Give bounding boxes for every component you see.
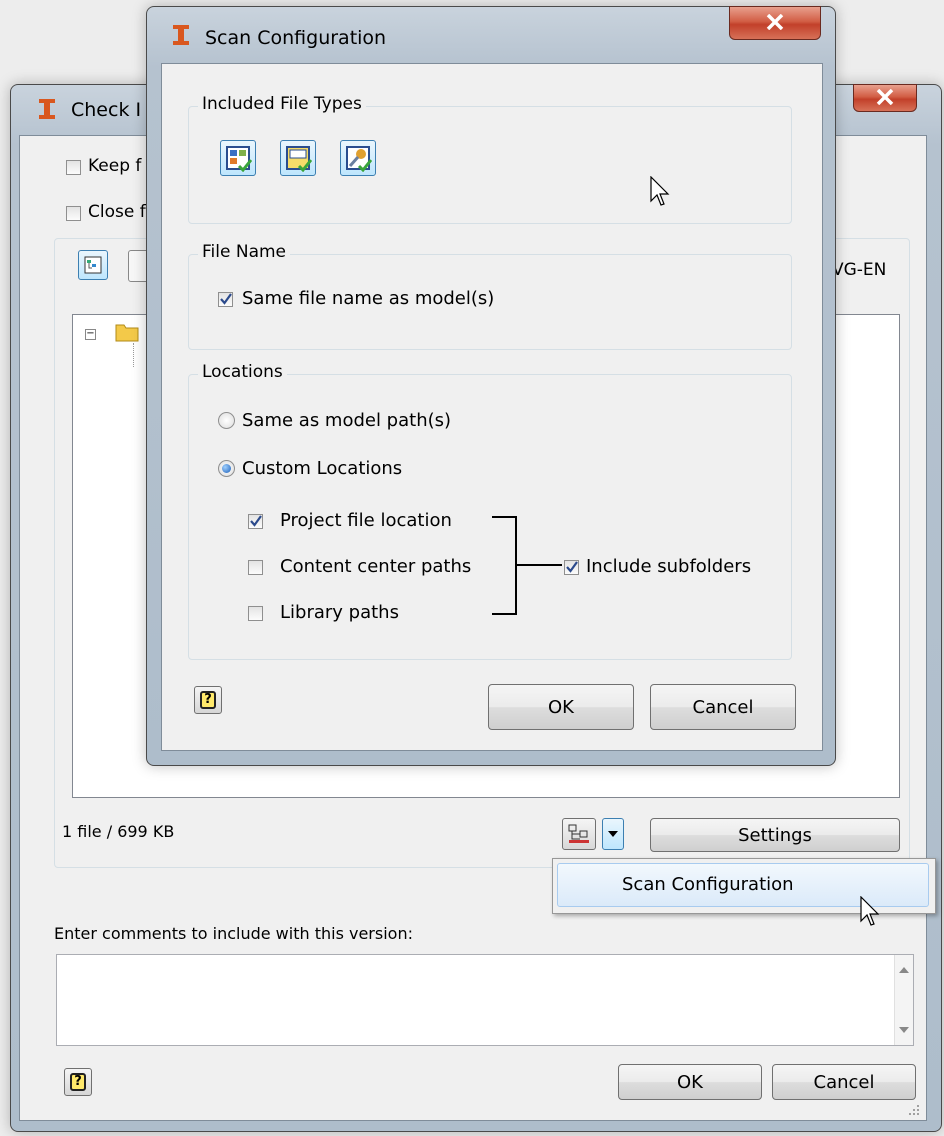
scroll-down-icon[interactable] (899, 1027, 909, 1033)
help-icon: ? (200, 691, 216, 709)
close-button[interactable] (729, 6, 821, 40)
radio-selected-dot (222, 464, 231, 473)
close-icon (876, 89, 894, 105)
scan-configuration-window: Scan Configuration Included File Types F… (146, 6, 836, 766)
check-icon (250, 515, 262, 527)
folder-icon (115, 324, 139, 342)
version-text: VG-EN (832, 260, 887, 280)
scan-dialog-title: Scan Configuration (205, 27, 387, 49)
mouse-cursor-icon (650, 176, 670, 206)
content-center-paths-label: Content center paths (280, 556, 472, 577)
close-label: Close f (88, 202, 146, 222)
tree-line (133, 343, 134, 367)
close-icon (766, 14, 784, 30)
same-as-model-radio[interactable] (218, 412, 235, 429)
comments-textarea[interactable] (56, 954, 914, 1046)
library-paths-label: Library paths (280, 602, 399, 623)
chevron-down-icon (608, 831, 618, 837)
mouse-cursor-icon (860, 896, 880, 926)
project-file-location-checkbox[interactable] (248, 514, 263, 529)
same-file-name-label: Same file name as model(s) (242, 288, 495, 309)
settings-button[interactable]: Settings (650, 818, 900, 852)
comments-label: Enter comments to include with this vers… (54, 924, 413, 943)
check-icon (566, 561, 578, 573)
window-title: Check I (71, 99, 142, 121)
include-subfolders-label: Include subfolders (586, 556, 752, 577)
include-subfolders-checkbox[interactable] (564, 560, 579, 575)
close-button[interactable] (853, 84, 917, 112)
keep-checkbox[interactable] (66, 160, 81, 175)
tree-view-button[interactable] (78, 250, 108, 280)
custom-locations-label: Custom Locations (242, 458, 403, 479)
tree-view-icon (84, 256, 102, 274)
help-button[interactable]: ? (64, 1068, 92, 1096)
inventor-app-icon (39, 99, 55, 119)
menu-item-label: Scan Configuration (622, 874, 794, 895)
drawing-file-type-button[interactable] (280, 140, 316, 176)
ok-button[interactable]: OK (618, 1064, 762, 1100)
project-file-location-label: Project file location (280, 510, 452, 531)
ok-button[interactable]: OK (488, 684, 634, 730)
tree-expander-icon[interactable]: − (85, 329, 96, 340)
included-file-types-title: Included File Types (198, 94, 366, 114)
same-file-name-checkbox[interactable] (218, 292, 233, 307)
close-checkbox[interactable] (66, 206, 81, 221)
scan-dropdown-button[interactable] (602, 818, 624, 850)
help-button[interactable]: ? (194, 686, 222, 714)
part-file-type-button[interactable] (220, 140, 256, 176)
scan-icon-button[interactable] (562, 818, 596, 850)
cancel-button[interactable]: Cancel (650, 684, 796, 730)
scan-tree-icon (568, 824, 589, 843)
check-icon (220, 293, 232, 305)
library-paths-checkbox[interactable] (248, 606, 263, 621)
keep-label: Keep f (88, 156, 142, 176)
resize-grip-icon[interactable] (906, 1102, 920, 1116)
content-center-paths-checkbox[interactable] (248, 560, 263, 575)
bracket-connector (492, 516, 562, 615)
locations-title: Locations (198, 362, 287, 382)
file-count-text: 1 file / 699 KB (62, 822, 175, 841)
inventor-app-icon (173, 25, 189, 45)
same-as-model-label: Same as model path(s) (242, 410, 452, 431)
cancel-button[interactable]: Cancel (772, 1064, 916, 1100)
scan-dialog-client-area: Included File Types File Name Same file … (161, 63, 823, 751)
custom-locations-radio[interactable] (218, 460, 235, 477)
part-file-type-icon (226, 146, 252, 172)
included-file-types-group (188, 106, 792, 224)
drawing-file-type-icon (286, 146, 312, 172)
scroll-up-icon[interactable] (899, 967, 909, 973)
presentation-file-type-icon (346, 146, 372, 172)
help-icon: ? (70, 1073, 86, 1091)
file-name-title: File Name (198, 242, 291, 262)
scrollbar[interactable] (894, 955, 913, 1045)
presentation-file-type-button[interactable] (340, 140, 376, 176)
